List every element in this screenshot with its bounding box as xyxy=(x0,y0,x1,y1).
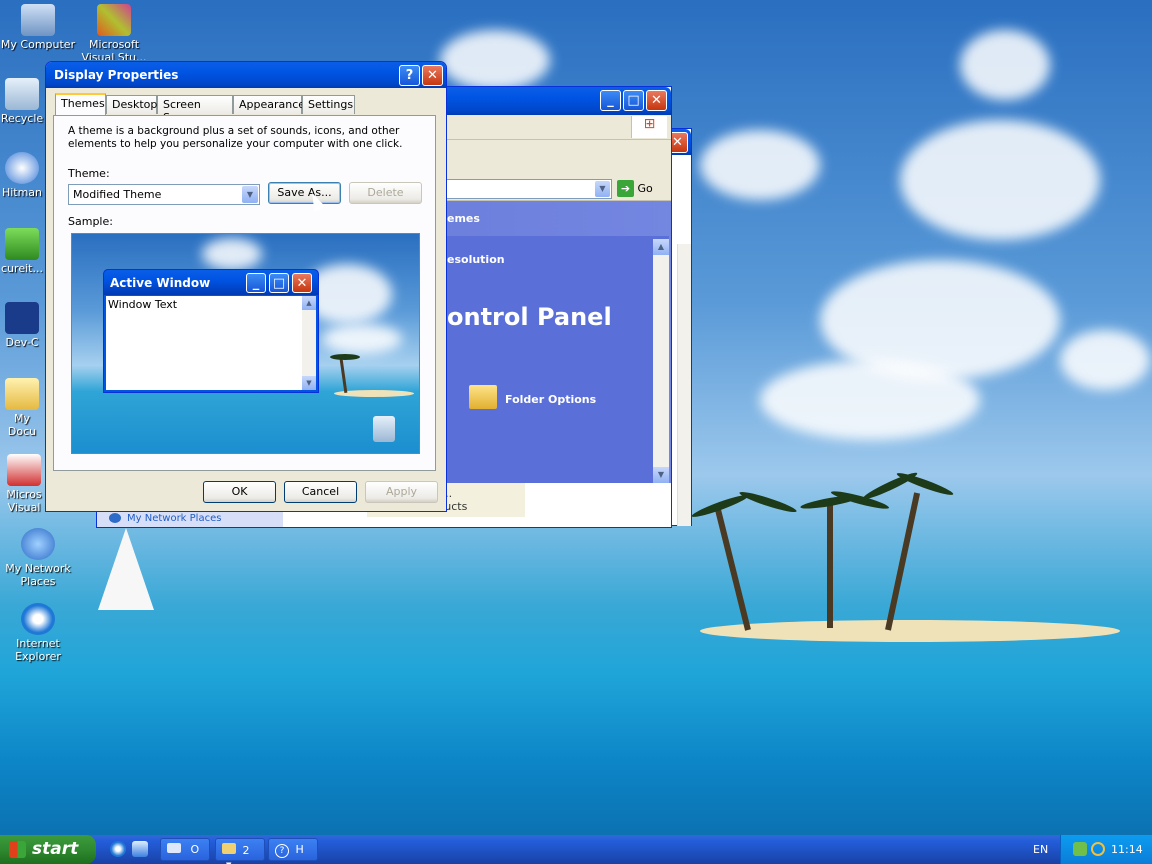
windows-flag-icon xyxy=(9,841,26,858)
theme-select[interactable]: Modified Theme ▼ xyxy=(68,184,260,205)
folder-icon xyxy=(469,385,497,409)
clock[interactable]: 11:14 xyxy=(1111,843,1143,856)
scrollbar[interactable] xyxy=(677,244,691,526)
sample-window-title: Active Window xyxy=(110,276,211,290)
windows-logo-icon: ⊞ xyxy=(631,116,667,138)
network-places-icon xyxy=(21,528,55,560)
search-tray-icon[interactable] xyxy=(1091,842,1105,856)
hitman-icon xyxy=(5,152,39,184)
internet-explorer-icon xyxy=(21,603,55,635)
start-button[interactable]: start xyxy=(0,835,96,864)
maximize-button[interactable]: □ xyxy=(623,90,644,111)
taskbar-item-1[interactable]: O xyxy=(160,838,210,861)
my-documents-icon xyxy=(5,378,39,410)
recycle-bin-icon xyxy=(373,416,395,442)
visual-j-icon xyxy=(7,454,41,486)
desktop-icon-hitman[interactable]: Hitman xyxy=(0,152,44,199)
tab-appearance[interactable]: Appearance xyxy=(233,95,305,114)
desktop-icon-cureit[interactable]: cureit... xyxy=(0,228,44,275)
ok-button[interactable]: OK xyxy=(203,481,276,503)
system-tray: 11:14 xyxy=(1060,835,1152,864)
language-indicator[interactable]: EN xyxy=(1033,843,1048,856)
theme-label: Theme: xyxy=(68,167,110,180)
close-button[interactable]: ✕ xyxy=(646,90,667,111)
quick-launch-ie-icon[interactable] xyxy=(110,841,126,857)
save-as-button[interactable]: Save As... xyxy=(268,182,341,204)
folder-icon xyxy=(222,843,236,854)
close-button[interactable]: ✕ xyxy=(422,65,443,86)
task-themes[interactable]: emes xyxy=(447,212,480,225)
help-icon: ? xyxy=(275,844,289,858)
close-icon: ✕ xyxy=(292,273,312,293)
address-bar[interactable]: ▼ xyxy=(437,179,612,199)
delete-button: Delete xyxy=(349,182,422,204)
keyboard-icon xyxy=(167,843,181,853)
scrollbar[interactable]: ▲ ▼ xyxy=(653,239,669,483)
tab-settings[interactable]: Settings xyxy=(302,95,355,114)
chevron-down-icon[interactable]: ▼ xyxy=(595,181,610,197)
taskbar-item-2[interactable]: 2 ▼ xyxy=(215,838,265,864)
sample-label: Sample: xyxy=(68,215,113,228)
go-arrow-icon: ➔ xyxy=(617,180,634,197)
desktop-icon-my-documents[interactable]: My Docu xyxy=(0,378,44,438)
sample-window-text: Window Text xyxy=(108,298,178,311)
desktop-icon-recycle[interactable]: Recycle xyxy=(0,78,44,125)
sample-active-window: Active Window _ □ ✕ Window Text ▲ ▼ xyxy=(103,269,319,393)
desktop-icon-my-computer[interactable]: My Computer xyxy=(0,4,76,51)
sailboat xyxy=(98,528,154,610)
dialog-title: Display Properties xyxy=(54,68,179,82)
network-places-icon xyxy=(109,513,121,523)
task-resolution[interactable]: esolution xyxy=(447,253,505,266)
island xyxy=(700,620,1120,642)
desktop-icon-visual-j[interactable]: Micros Visual J# xyxy=(0,454,48,514)
tab-screen-saver[interactable]: Screen Saver xyxy=(157,95,233,124)
help-button[interactable]: ? xyxy=(399,65,420,86)
minimize-icon: _ xyxy=(246,273,266,293)
cureit-icon xyxy=(5,228,39,260)
folder-options-link[interactable]: Folder Options xyxy=(505,393,596,406)
taskbar-item-3[interactable]: ? H xyxy=(268,838,318,861)
chevron-down-icon[interactable]: ▼ xyxy=(242,186,258,203)
dev-cpp-icon xyxy=(5,302,39,334)
control-panel-heading: ontrol Panel xyxy=(447,303,612,331)
quick-launch-desktop-icon[interactable] xyxy=(132,841,148,857)
desktop-icon-internet-explorer[interactable]: Internet Explorer xyxy=(0,603,76,663)
minimize-button[interactable]: _ xyxy=(600,90,621,111)
tab-desktop[interactable]: Desktop xyxy=(106,95,157,114)
go-button[interactable]: ➔ Go xyxy=(617,180,657,198)
recycle-bin-icon xyxy=(5,78,39,110)
desktop-icon-network-places[interactable]: My Network Places xyxy=(0,528,76,588)
cancel-button[interactable]: Cancel xyxy=(284,481,357,503)
desktop-icon-visual-studio[interactable]: Microsoft Visual Stu... xyxy=(76,4,152,60)
maximize-icon: □ xyxy=(269,273,289,293)
tab-themes[interactable]: Themes xyxy=(55,93,106,116)
apply-button: Apply xyxy=(365,481,438,503)
visual-studio-icon xyxy=(97,4,131,36)
desktop-icon-dev-cpp[interactable]: Dev-C xyxy=(0,302,44,349)
network-tray-icon[interactable] xyxy=(1073,842,1087,856)
my-computer-icon xyxy=(21,4,55,36)
theme-description: A theme is a background plus a set of so… xyxy=(68,125,403,150)
network-places-item[interactable]: My Network Places xyxy=(97,511,283,527)
